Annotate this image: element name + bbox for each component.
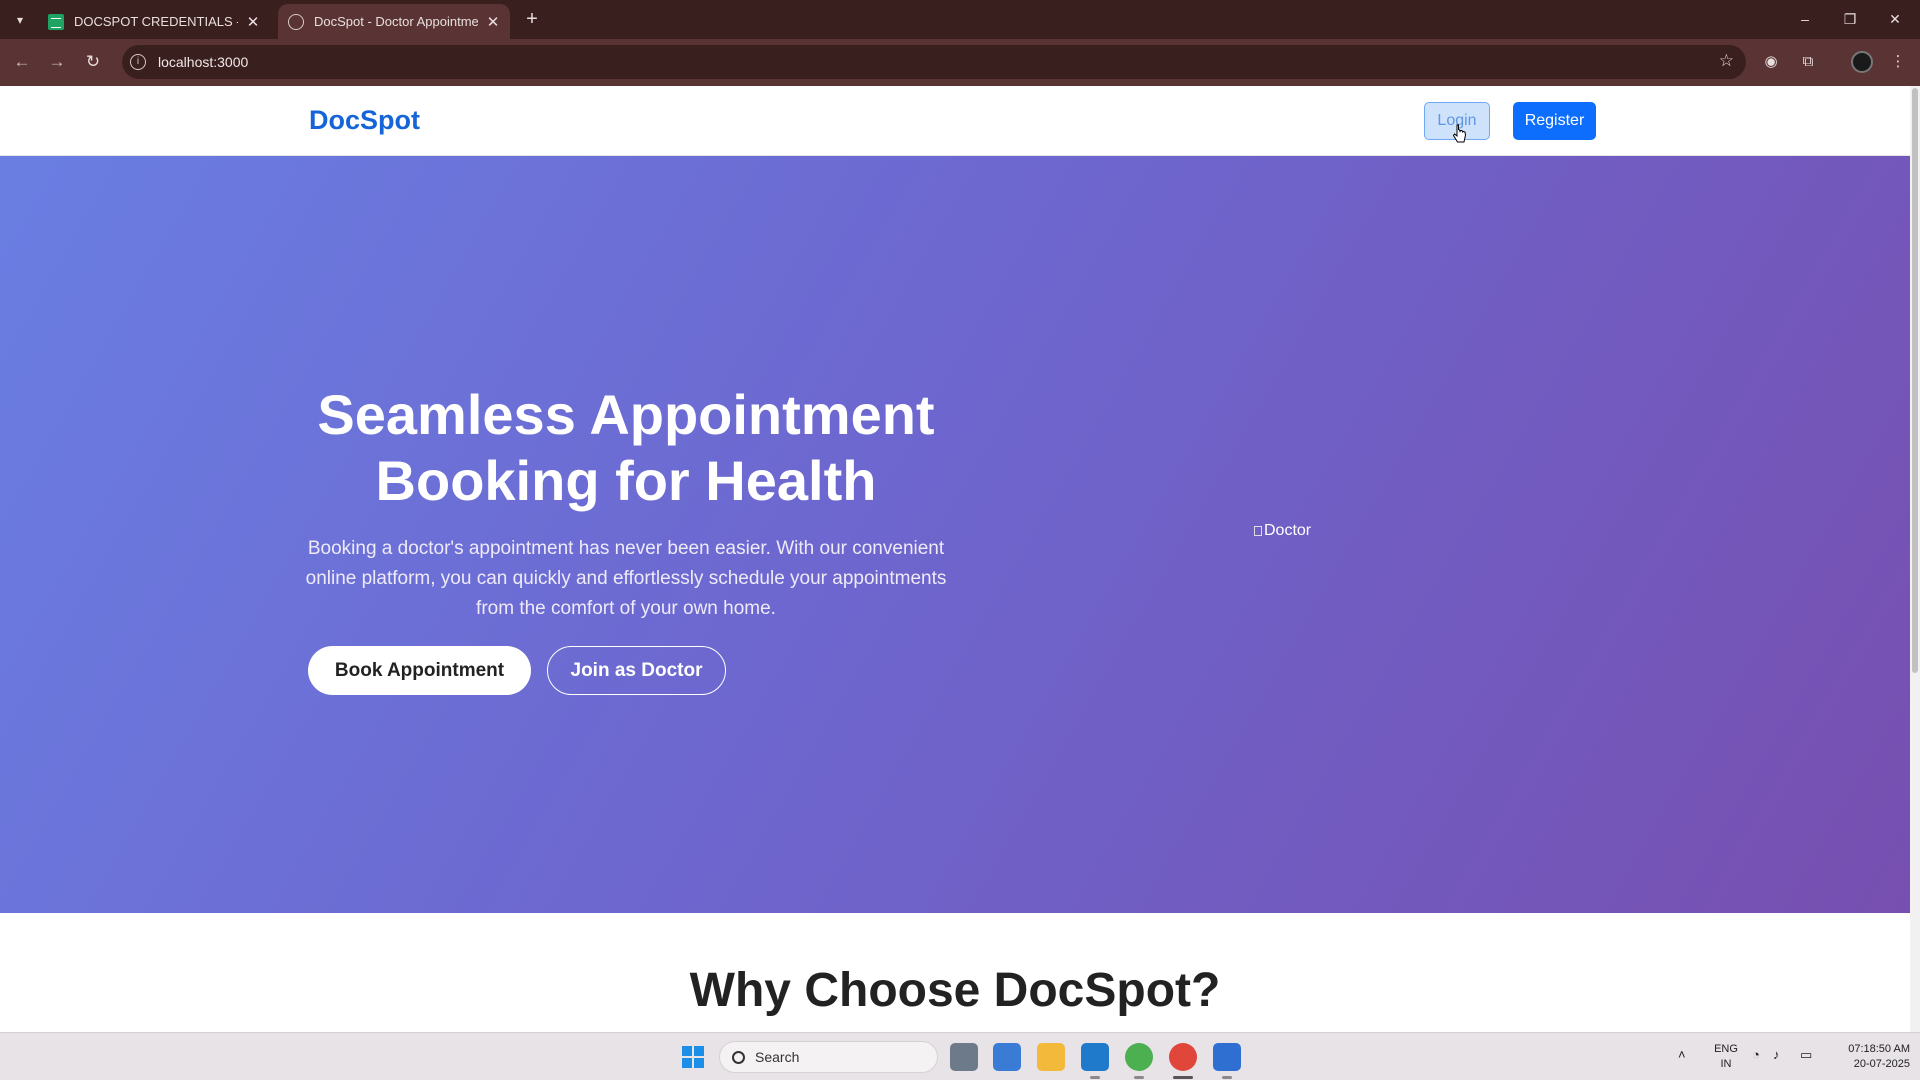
region-code: IN bbox=[1720, 1058, 1732, 1070]
reload-icon[interactable]: ↻ bbox=[81, 50, 105, 74]
hero-heading: Seamless Appointment Booking for Health bbox=[317, 383, 935, 512]
clock-date: 20-07-2025 bbox=[1853, 1058, 1910, 1070]
windows-taskbar: Search ˄ ENG IN ◔ ♪ ▭ 07:18:50 AM 20-07-… bbox=[0, 1032, 1920, 1080]
tab-title: DOCSPOT CREDENTIALS - Goo bbox=[74, 14, 238, 29]
screenshot-camera-icon[interactable]: ◉ bbox=[1760, 51, 1782, 73]
site-info-icon[interactable]: i bbox=[130, 54, 146, 70]
browser-tab-docspot-credentials[interactable]: DOCSPOT CREDENTIALS - Goo ✕ bbox=[38, 4, 270, 39]
vscode-icon[interactable] bbox=[1081, 1043, 1109, 1071]
close-window-icon[interactable]: ✕ bbox=[1873, 6, 1917, 32]
web-page: DocSpot Login Register Seamless Appointm… bbox=[0, 86, 1910, 1032]
hero-section: Seamless Appointment Booking for Health … bbox=[0, 156, 1910, 913]
doctor-image-broken: Doctor bbox=[1254, 522, 1311, 540]
profile-avatar[interactable] bbox=[1851, 51, 1873, 73]
google-sheets-icon bbox=[48, 13, 64, 30]
language-indicator[interactable]: ENG IN bbox=[1712, 1042, 1740, 1072]
microsoft-store-icon[interactable] bbox=[993, 1043, 1021, 1071]
back-arrow-icon[interactable]: ← bbox=[10, 50, 34, 74]
file-explorer-icon[interactable] bbox=[1037, 1043, 1065, 1071]
app-running-indicator bbox=[1222, 1076, 1232, 1079]
hero-description: Booking a doctor's appointment has never… bbox=[305, 538, 947, 619]
taskbar-search[interactable]: Search bbox=[719, 1041, 938, 1073]
volume-icon[interactable]: ♪ bbox=[1773, 1047, 1780, 1062]
url-text[interactable]: localhost:3000 bbox=[158, 54, 248, 70]
wifi-icon[interactable]: ◔ bbox=[1752, 1047, 1760, 1062]
language-code: ENG bbox=[1714, 1043, 1738, 1055]
remote-desktop-icon[interactable] bbox=[1213, 1043, 1241, 1071]
app-running-indicator bbox=[1090, 1076, 1100, 1079]
page-scrollbar[interactable] bbox=[1910, 86, 1920, 1032]
search-icon bbox=[732, 1050, 745, 1064]
browser-tab-docspot[interactable]: DocSpot - Doctor Appointmen ✕ bbox=[278, 4, 510, 39]
app-running-indicator bbox=[1134, 1076, 1144, 1079]
task-view-icon[interactable] bbox=[950, 1043, 978, 1071]
windows-start-icon[interactable] bbox=[682, 1046, 704, 1068]
browser-menu-icon[interactable]: ⋮ bbox=[1887, 51, 1909, 73]
join-as-doctor-button[interactable]: Join as Doctor bbox=[547, 646, 726, 695]
scrollbar-thumb[interactable] bbox=[1912, 88, 1918, 673]
tab-title: DocSpot - Doctor Appointmen bbox=[314, 14, 478, 29]
new-tab-plus-icon[interactable]: + bbox=[520, 7, 544, 31]
clock-time: 07:18:50 AM bbox=[1848, 1043, 1910, 1055]
extensions-puzzle-icon[interactable]: ⧉ bbox=[1797, 51, 1819, 73]
forward-arrow-icon[interactable]: → bbox=[45, 50, 69, 74]
chrome-profile-icon[interactable] bbox=[1169, 1043, 1197, 1071]
close-tab-icon[interactable]: ✕ bbox=[486, 13, 500, 31]
brand-logo[interactable]: DocSpot bbox=[309, 105, 420, 136]
why-choose-heading: Why Choose DocSpot? bbox=[689, 964, 1221, 1017]
app-active-indicator bbox=[1173, 1076, 1193, 1079]
minimize-icon[interactable]: – bbox=[1783, 6, 1827, 32]
system-clock[interactable]: 07:18:50 AM 20-07-2025 bbox=[1830, 1042, 1910, 1072]
taskbar-search-label: Search bbox=[755, 1049, 800, 1065]
chrome-icon[interactable] bbox=[1125, 1043, 1153, 1071]
book-appointment-button[interactable]: Book Appointment bbox=[308, 646, 531, 695]
broken-image-icon bbox=[1254, 526, 1262, 536]
browser-tab-bar: ▾ DOCSPOT CREDENTIALS - Goo ✕ DocSpot - … bbox=[0, 0, 1920, 39]
bookmark-star-icon[interactable]: ☆ bbox=[1719, 51, 1734, 71]
globe-icon bbox=[288, 13, 304, 30]
close-tab-icon[interactable]: ✕ bbox=[246, 13, 260, 31]
show-hidden-icons-chevron-icon[interactable]: ˄ bbox=[1678, 1047, 1686, 1062]
restore-icon[interactable]: ❐ bbox=[1828, 6, 1872, 32]
browser-toolbar: ← → ↻ i localhost:3000 ☆ ◉ ⧉ ⋮ bbox=[0, 39, 1920, 86]
doctor-image-alt-text: Doctor bbox=[1264, 522, 1312, 539]
site-navbar: DocSpot Login Register bbox=[0, 86, 1910, 156]
battery-icon[interactable]: ▭ bbox=[1800, 1047, 1812, 1063]
tab-search-chevron-icon[interactable]: ▾ bbox=[8, 8, 32, 32]
register-button[interactable]: Register bbox=[1513, 102, 1596, 140]
mouse-pointer-icon bbox=[1453, 124, 1467, 143]
address-bar[interactable]: i localhost:3000 ☆ bbox=[122, 45, 1746, 79]
